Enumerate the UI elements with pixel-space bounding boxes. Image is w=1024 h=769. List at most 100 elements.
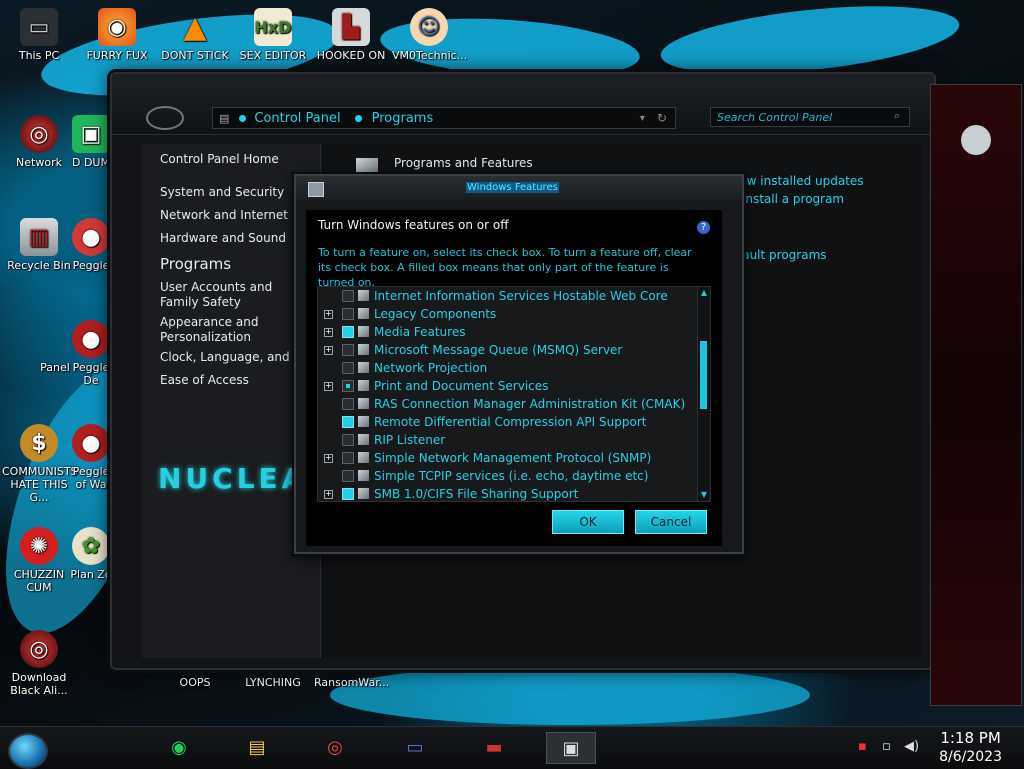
feature-row[interactable]: Internet Information Services Hostable W…: [318, 287, 698, 305]
start-button[interactable]: [8, 733, 48, 769]
desktop-icon-peggle-deluxe[interactable]: ● Peggle De: [66, 320, 116, 387]
feature-row[interactable]: + SMB 1.0/CIFS File Sharing Support: [318, 485, 698, 501]
folder-icon: [358, 452, 369, 463]
folder-icon: [358, 488, 369, 499]
feature-checkbox[interactable]: [342, 470, 354, 482]
programs-and-features-heading[interactable]: Programs and Features: [394, 156, 533, 170]
breadcrumb-control-panel[interactable]: Control Panel: [254, 111, 340, 126]
feature-checkbox[interactable]: [342, 326, 354, 338]
feature-label: Microsoft Message Queue (MSMQ) Server: [374, 343, 623, 357]
windows-features-taskbar-icon[interactable]: ▣: [546, 732, 596, 764]
feature-checkbox[interactable]: [342, 344, 354, 356]
dialog-titlebar[interactable]: Windows Features: [296, 176, 742, 200]
desktop-icon-sex-editor[interactable]: HxD SEX EDITOR: [236, 8, 310, 62]
feature-label: Network Projection: [374, 361, 488, 375]
view-installed-updates-link[interactable]: View installed updates: [728, 174, 864, 188]
feature-row[interactable]: + Media Features: [318, 323, 698, 341]
feature-row[interactable]: + Legacy Components: [318, 305, 698, 323]
system-clock[interactable]: 1:18 PM 8/6/2023: [939, 729, 1002, 766]
chrome-icon[interactable]: ◎: [318, 732, 352, 762]
cancel-button[interactable]: Cancel: [635, 510, 707, 534]
default-programs-link[interactable]: fault programs: [738, 248, 827, 262]
app-icon: ▙: [332, 8, 370, 46]
address-bar[interactable]: ▤ Control Panel Programs ▾ ↻: [212, 107, 676, 129]
feature-row[interactable]: Simple TCPIP services (i.e. echo, daytim…: [318, 467, 698, 485]
wallpaper-swoosh: [330, 665, 810, 725]
desktop-icon-plants-zombies[interactable]: ✿ Plan Zo: [66, 527, 116, 581]
desktop-icon-lynching[interactable]: LYNCHING: [236, 676, 310, 689]
desktop-icon-network[interactable]: ◎ Network: [2, 115, 76, 169]
expand-icon[interactable]: +: [324, 490, 333, 499]
feature-row[interactable]: + Simple Network Management Protocol (SNM…: [318, 449, 698, 467]
display-icon[interactable]: ▫: [882, 739, 891, 754]
desktop-icon-oops[interactable]: OOPS: [158, 676, 232, 689]
expand-icon[interactable]: +: [324, 328, 333, 337]
desktop-icon-dum[interactable]: ▣ D DUM: [66, 115, 116, 169]
feature-row[interactable]: RIP Listener: [318, 431, 698, 449]
ok-button[interactable]: OK: [552, 510, 624, 534]
feature-checkbox[interactable]: [342, 452, 354, 464]
feature-row[interactable]: Remote Differential Compression API Supp…: [318, 413, 698, 431]
desktop-icon-chuzzin[interactable]: ✺ CHUZZIN CUM: [2, 527, 76, 594]
desktop-icon-hooked-on[interactable]: ▙ HOOKED ON: [314, 8, 388, 62]
feature-row[interactable]: RAS Connection Manager Administration Ki…: [318, 395, 698, 413]
windows-features-dialog[interactable]: Windows Features Turn Windows features o…: [294, 174, 744, 554]
volume-icon[interactable]: ◀): [904, 739, 919, 754]
windows-features-icon: [308, 182, 324, 197]
money-bag-icon: $: [20, 424, 58, 462]
feature-row[interactable]: + Print and Document Services: [318, 377, 698, 395]
feature-checkbox[interactable]: [342, 488, 354, 500]
desktop-icon-vm0technic[interactable]: ☺ VM0Technic...: [392, 8, 467, 62]
feature-row[interactable]: Network Projection: [318, 359, 698, 377]
desktop-icon-dont-stick[interactable]: ▲ DONT STICK: [158, 8, 232, 63]
expand-icon[interactable]: +: [324, 346, 333, 355]
desktop-icon-peggle[interactable]: ● Peggle: [66, 218, 116, 272]
feature-checkbox[interactable]: [342, 308, 354, 320]
scrollbar-thumb[interactable]: [700, 341, 707, 409]
expand-icon[interactable]: +: [324, 454, 333, 463]
gadget-taskbar-icon[interactable]: ▬: [470, 732, 518, 762]
features-tree[interactable]: ▲ ▼ Internet Information Services Hostab…: [317, 286, 711, 502]
sidebar-item-appearance[interactable]: Appearance and Personalization: [160, 315, 280, 345]
desktop-icon-ransomware[interactable]: RansomWar...: [314, 676, 389, 689]
search-input[interactable]: Search Control Panel: [710, 107, 910, 127]
firefox-icon: ◉: [98, 8, 136, 46]
features-scrollbar[interactable]: ▲ ▼: [697, 287, 710, 501]
feature-checkbox[interactable]: [342, 290, 354, 302]
feature-checkbox[interactable]: [342, 434, 354, 446]
sidebar-item-control-panel-home[interactable]: Control Panel Home: [160, 152, 320, 167]
install-program-link[interactable]: install a program: [742, 192, 844, 206]
expand-icon[interactable]: +: [324, 310, 333, 319]
folder-icon: [358, 290, 369, 301]
refresh-icon[interactable]: ↻: [657, 111, 667, 125]
desktop-icon-recycle-bin[interactable]: ▥ Recycle Bin: [2, 218, 76, 272]
breadcrumb-programs[interactable]: Programs: [372, 111, 434, 126]
folder-icon: [358, 308, 369, 319]
control-panel-taskbar-icon[interactable]: ▭: [394, 732, 436, 762]
network-error-icon[interactable]: ▪: [858, 739, 867, 754]
sidebar-item-user-accounts[interactable]: User Accounts and Family Safety: [160, 280, 290, 310]
feature-checkbox[interactable]: [342, 416, 354, 428]
scroll-up-icon[interactable]: ▲: [699, 288, 709, 298]
chevron-down-icon[interactable]: ▾: [640, 113, 645, 124]
feature-row[interactable]: + Microsoft Message Queue (MSMQ) Server: [318, 341, 698, 359]
folder-icon: [358, 398, 369, 409]
desktop-icon-peggle-wa[interactable]: ● Peggle of Wa: [66, 424, 116, 491]
desktop-icon-download-black-ali[interactable]: ◎ Download Black Ali...: [2, 630, 76, 697]
feature-checkbox[interactable]: [342, 398, 354, 410]
feature-checkbox[interactable]: [342, 362, 354, 374]
app-icon: ▣: [72, 115, 110, 153]
feature-checkbox[interactable]: [342, 380, 354, 392]
search-icon[interactable]: ⌕: [894, 109, 900, 123]
help-icon[interactable]: ?: [697, 221, 710, 234]
desktop-icon-furry-fux[interactable]: ◉ FURRY FUX: [80, 8, 154, 62]
scroll-down-icon[interactable]: ▼: [699, 490, 709, 500]
spotify-icon[interactable]: ◉: [162, 732, 196, 762]
clock-time: 1:18 PM: [940, 729, 1001, 747]
alienware-icon: ◎: [20, 630, 58, 668]
desktop-icon-communists[interactable]: $ COMMUNISTS HATE THIS G...: [2, 424, 78, 504]
file-explorer-icon[interactable]: ▤: [240, 732, 274, 762]
desktop-icon-this-pc[interactable]: ▭ This PC: [2, 8, 76, 62]
expand-icon[interactable]: +: [324, 382, 333, 391]
clock-date: 8/6/2023: [939, 749, 1002, 765]
